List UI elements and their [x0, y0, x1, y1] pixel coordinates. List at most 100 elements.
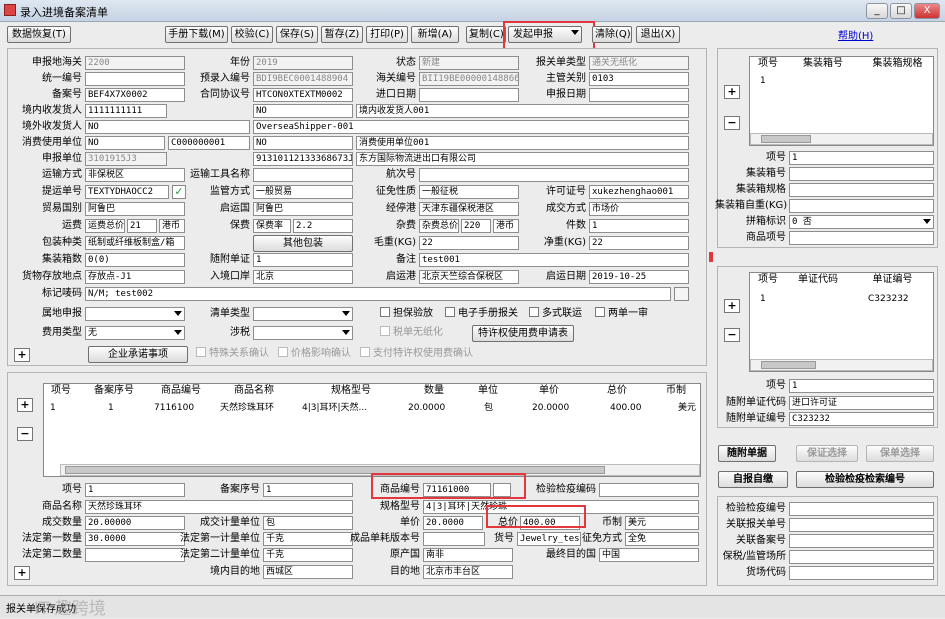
attached-docs-button[interactable]: 随附单据 [718, 445, 776, 462]
contract-no-field[interactable]: HTCON0XTEXTM0002 [253, 88, 353, 102]
fee-type-select[interactable]: 无 [85, 326, 185, 340]
freight-amount-field[interactable]: 21 [127, 219, 157, 233]
overseas-consignor-name[interactable]: OverseaShipper-001 [253, 120, 689, 134]
e-manual-checkbox[interactable]: 电子手册报关 [445, 307, 518, 320]
copy-button[interactable]: 复制(C) [466, 26, 506, 43]
attached-docs-field[interactable]: 1 [253, 253, 353, 267]
validate-button[interactable]: 校验(C) [231, 26, 273, 43]
deal-qty-field[interactable]: 20.00000 [85, 516, 185, 530]
new-button[interactable]: 新增(A) [411, 26, 459, 43]
customs-no-field[interactable]: BII19BE000001488664 [419, 72, 519, 86]
consumption-version-field[interactable] [423, 532, 485, 546]
domestic-consignee-code[interactable]: 1111111111 [85, 104, 167, 118]
freight-currency-field[interactable]: 港币 [159, 219, 185, 233]
declarant-code[interactable]: 3101915J3 [85, 152, 167, 166]
remark-field[interactable]: test001 [419, 253, 689, 267]
tax-related-select[interactable] [253, 326, 353, 340]
doc-row-index[interactable]: 1 [760, 293, 766, 305]
pre-entry-no-field[interactable]: BDI9BEC0001488904 [253, 72, 353, 86]
container-row-index[interactable]: 1 [760, 75, 766, 87]
goods-name-field[interactable]: 天然珍珠耳环 [85, 500, 353, 514]
doc-scrollbar[interactable] [750, 359, 933, 371]
close-button[interactable]: X [914, 3, 940, 19]
expand-options-button[interactable]: + [14, 348, 30, 362]
trade-country-field[interactable]: 阿鲁巴 [85, 202, 185, 216]
packages-field[interactable]: 1 [589, 219, 689, 233]
yard-code-field[interactable] [789, 566, 934, 580]
remove-container-button[interactable]: − [724, 116, 740, 130]
add-goods-button[interactable]: + [17, 398, 33, 412]
save-button[interactable]: 保存(S) [276, 26, 318, 43]
supervising-customs-field[interactable]: 0103 [589, 72, 689, 86]
marks-field[interactable]: N/M; test002 [85, 287, 671, 301]
currency-field[interactable]: 美元 [625, 516, 699, 530]
maximize-button[interactable]: □ [890, 3, 912, 19]
departure-port-field[interactable]: 北京天竺综合保税区 [419, 270, 519, 284]
scroll-thumb[interactable] [761, 361, 816, 369]
destination-field[interactable]: 北京市丰台区 [423, 565, 513, 579]
declarant-name[interactable]: 东方国际物流进出口有限公司 [356, 152, 689, 166]
goods-no-field[interactable]: Jewelry_test [517, 532, 581, 546]
package-type-field[interactable]: 纸制或纤维板制盒/箱 [85, 236, 185, 250]
self-declare-button[interactable]: 自报自缴 [718, 471, 788, 488]
container-scrollbar[interactable] [750, 133, 933, 145]
guarantee-release-checkbox[interactable]: 担保验放 [380, 307, 433, 320]
transaction-mode-field[interactable]: 市场价 [589, 202, 689, 216]
doc-index-field[interactable]: 1 [789, 379, 934, 393]
bonded-site-field[interactable] [789, 550, 934, 564]
other-packaging-button[interactable]: 其他包装 [253, 235, 353, 252]
print-button[interactable]: 打印(P) [366, 26, 408, 43]
consolidation-select[interactable]: 0 否 [789, 215, 934, 229]
domestic-destination-field[interactable]: 西城区 [263, 565, 353, 579]
add-document-button[interactable]: + [724, 299, 740, 313]
goods-row[interactable]: 1 1 7116100 天然珍珠耳环 4|3|耳环|天然... 20.0000 … [44, 402, 700, 415]
container-spec-field[interactable] [789, 183, 934, 197]
unified-no-field[interactable] [85, 72, 185, 86]
local-declaration-select[interactable] [85, 307, 185, 321]
minimize-button[interactable]: _ [866, 3, 888, 19]
bill-of-lading-field[interactable]: TEXTYDHAOCC2 [85, 185, 169, 199]
misc-fee-type-field[interactable]: 杂费总价 [419, 219, 459, 233]
record-no-field[interactable]: BEF4X7X0002 [85, 88, 185, 102]
doc-row-no[interactable]: C323232 [868, 293, 909, 305]
clear-button[interactable]: 清除(Q) [592, 26, 632, 43]
inspection-search-button[interactable]: 检验检疫检索编号 [796, 471, 934, 488]
import-date-field[interactable] [419, 88, 519, 102]
entry-port-field[interactable]: 北京 [253, 270, 353, 284]
remove-goods-button[interactable]: − [17, 427, 33, 441]
legal-qty2-field[interactable] [85, 548, 185, 562]
remove-document-button[interactable]: − [724, 328, 740, 342]
tax-nature-field[interactable]: 一般征税 [419, 185, 519, 199]
misc-fee-currency-field[interactable]: 港币 [493, 219, 519, 233]
destination-country-field[interactable]: 中国 [599, 548, 699, 562]
status-field[interactable]: 新建 [419, 56, 519, 70]
transport-mode-field[interactable]: 非保税区 [85, 168, 185, 182]
domestic-consignee-code2[interactable]: NO [253, 104, 353, 118]
declare-date-field[interactable] [589, 88, 689, 102]
container-count-field[interactable]: 0(0) [85, 253, 185, 267]
paperless-tax-checkbox[interactable]: 税单无纸化 [380, 326, 443, 339]
container-index-field[interactable]: 1 [789, 151, 934, 165]
unit-price-field[interactable]: 20.0000 [423, 516, 483, 530]
checkmark-icon[interactable]: ✓ [172, 185, 186, 199]
doc-no-field[interactable]: C323232 [789, 412, 934, 426]
storage-place-field[interactable]: 存放点-J1 [85, 270, 185, 284]
doc-code-field[interactable]: 进口许可证 [789, 396, 934, 410]
legal-qty1-field[interactable]: 30.0000 [85, 532, 185, 546]
consumer-unit-name[interactable]: 消费使用单位001 [356, 136, 689, 150]
declarant-credit-code[interactable]: 91310112133368673J [253, 152, 353, 166]
inspection-code-field[interactable] [599, 483, 699, 497]
enterprise-commitment-button[interactable]: 企业承诺事项 [88, 346, 188, 363]
guarantee-select-button[interactable]: 保证选择 [796, 445, 858, 462]
stop-port-field[interactable]: 天津东疆保税港区 [419, 202, 519, 216]
related-record-field[interactable] [789, 534, 934, 548]
manual-download-button[interactable]: 手册下载(M) [165, 26, 228, 43]
net-weight-field[interactable]: 22 [589, 236, 689, 250]
departure-date-field[interactable]: 2019-10-25 [589, 270, 689, 284]
legal-unit1-field[interactable]: 千克 [263, 532, 353, 546]
deal-unit-field[interactable]: 包 [263, 516, 353, 530]
price-impact-checkbox[interactable]: 价格影响确认 [278, 347, 351, 360]
gross-weight-field[interactable]: 22 [419, 236, 519, 250]
item-no-field[interactable]: 1 [85, 483, 185, 497]
related-declaration-field[interactable] [789, 518, 934, 532]
